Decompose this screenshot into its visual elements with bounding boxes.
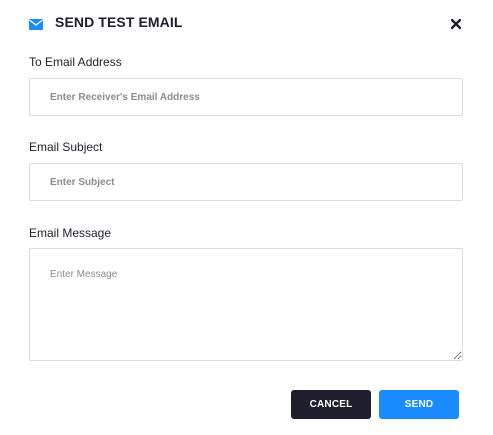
email-subject-input[interactable] — [50, 176, 462, 188]
email-message-textarea[interactable] — [30, 249, 462, 360]
email-subject-field-box — [29, 163, 463, 201]
dialog-title: SEND TEST EMAIL — [55, 14, 183, 30]
send-button[interactable]: SEND — [379, 390, 459, 419]
email-subject-label: Email Subject — [29, 140, 103, 154]
send-test-email-dialog: SEND TEST EMAIL To Email Address Email S… — [0, 0, 493, 435]
to-email-field-box — [29, 78, 463, 116]
close-icon[interactable] — [450, 17, 462, 30]
dialog-header: SEND TEST EMAIL — [29, 13, 183, 31]
email-message-field-box — [29, 248, 463, 361]
email-message-label: Email Message — [29, 226, 112, 240]
cancel-button[interactable]: CANCEL — [291, 390, 371, 419]
mail-icon — [29, 17, 43, 30]
to-email-label: To Email Address — [29, 55, 122, 69]
to-email-input[interactable] — [50, 91, 462, 103]
